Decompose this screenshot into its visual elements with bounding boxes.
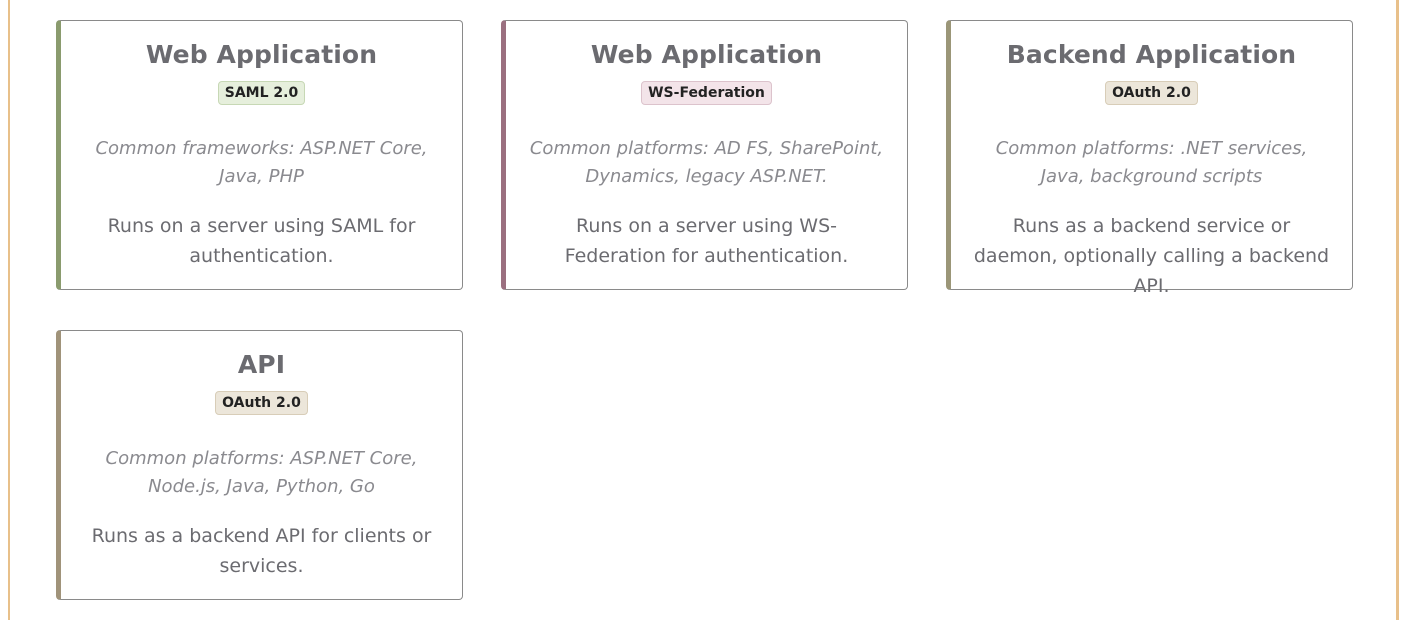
card-title: Backend Application bbox=[1006, 40, 1297, 69]
card-web-application-saml[interactable]: Web Application SAML 2.0 Common framewor… bbox=[56, 20, 463, 290]
card-api[interactable]: API OAuth 2.0 Common platforms: ASP.NET … bbox=[56, 330, 463, 600]
card-description: Runs as a backend service or daemon, opt… bbox=[973, 215, 1330, 297]
card-description: Runs on a server using SAML for authenti… bbox=[107, 215, 416, 267]
card-platforms: Common platforms: ASP.NET Core, Node.js,… bbox=[105, 448, 418, 497]
card-platforms: Common frameworks: ASP.NET Core, Java, P… bbox=[95, 138, 428, 187]
card-backend-application[interactable]: Backend Application OAuth 2.0 Common pla… bbox=[946, 20, 1353, 297]
page-frame: Web Application SAML 2.0 Common framewor… bbox=[0, 0, 1413, 620]
card-platforms: Common platforms: AD FS, SharePoint, Dyn… bbox=[529, 138, 884, 187]
app-type-grid: Web Application SAML 2.0 Common framewor… bbox=[56, 20, 1353, 600]
protocol-badge: SAML 2.0 bbox=[217, 81, 306, 105]
frame-border-left bbox=[8, 0, 10, 620]
protocol-badge: WS-Federation bbox=[641, 81, 772, 105]
card-title: Web Application bbox=[145, 40, 378, 69]
card-title: API bbox=[237, 350, 286, 379]
frame-border-right bbox=[1396, 0, 1399, 620]
card-description: Runs as a backend API for clients or ser… bbox=[91, 525, 432, 577]
protocol-badge: OAuth 2.0 bbox=[1105, 81, 1198, 105]
card-title: Web Application bbox=[590, 40, 823, 69]
protocol-badge: OAuth 2.0 bbox=[215, 391, 308, 415]
card-platforms: Common platforms: .NET services, Java, b… bbox=[995, 138, 1308, 187]
card-description: Runs on a server using WS-Federation for… bbox=[564, 215, 849, 267]
card-web-application-wsfed[interactable]: Web Application WS-Federation Common pla… bbox=[501, 20, 908, 290]
